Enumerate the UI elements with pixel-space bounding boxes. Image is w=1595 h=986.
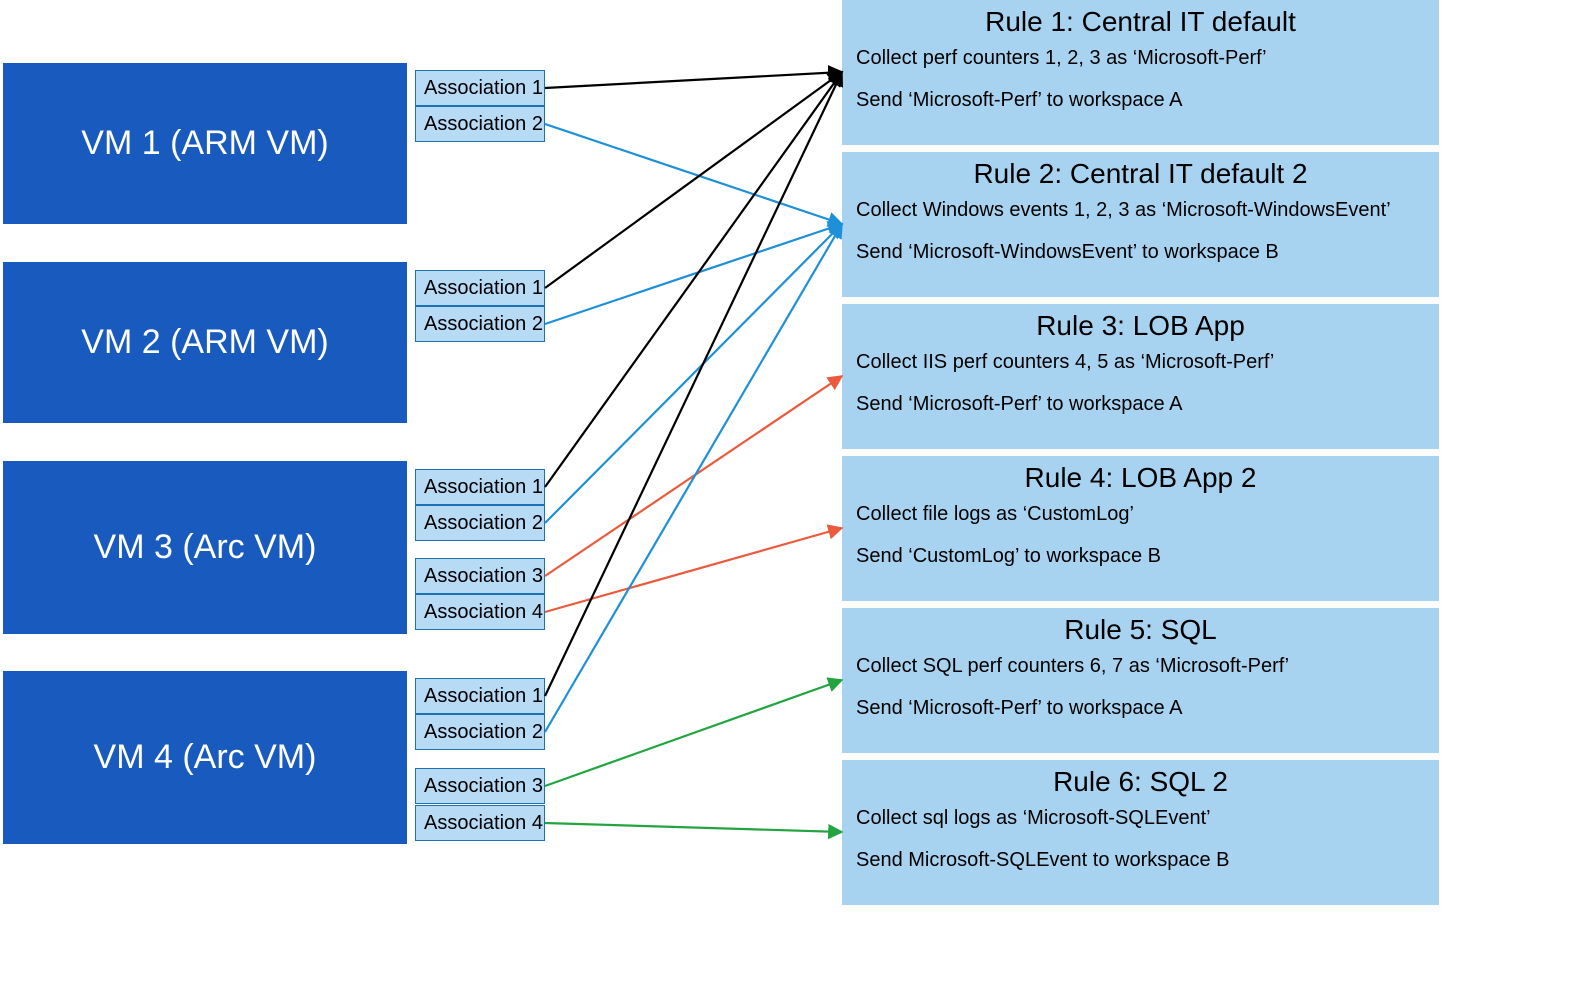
rule-send-line: Send ‘Microsoft-Perf’ to workspace A: [856, 696, 1425, 720]
vm3-assoc-3: Association 3: [415, 558, 545, 594]
rule-collect-line: Collect perf counters 1, 2, 3 as ‘Micros…: [856, 46, 1425, 70]
rule-box-6: Rule 6: SQL 2 Collect sql logs as ‘Micro…: [842, 760, 1439, 905]
vm3-assoc-2: Association 2: [415, 505, 545, 541]
vm-box-3: VM 3 (Arc VM): [3, 461, 407, 634]
rule-send-line: Send ‘Microsoft-WindowsEvent’ to workspa…: [856, 240, 1425, 264]
rule-box-2: Rule 2: Central IT default 2 Collect Win…: [842, 152, 1439, 297]
vm4-assoc-3: Association 3: [415, 768, 545, 804]
vm-box-1: VM 1 (ARM VM): [3, 63, 407, 224]
vm-label: VM 3 (Arc VM): [94, 528, 317, 567]
vm4-assoc-4: Association 4: [415, 805, 545, 841]
rule-box-3: Rule 3: LOB App Collect IIS perf counter…: [842, 304, 1439, 449]
vm4-assoc-2: Association 2: [415, 714, 545, 750]
arrow-line: [545, 376, 842, 576]
rule-collect-line: Collect file logs as ‘CustomLog’: [856, 502, 1425, 526]
arrow-line: [545, 72, 842, 288]
rule-send-line: Send ‘Microsoft-Perf’ to workspace A: [856, 392, 1425, 416]
arrow-line: [545, 72, 842, 487]
vm1-assoc-1: Association 1: [415, 70, 545, 106]
arrow-line: [545, 224, 842, 732]
arrow-line: [545, 224, 842, 523]
rule-send-line: Send ‘Microsoft-Perf’ to workspace A: [856, 88, 1425, 112]
rule-collect-line: Collect IIS perf counters 4, 5 as ‘Micro…: [856, 350, 1425, 374]
rule-collect-line: Collect sql logs as ‘Microsoft-SQLEvent’: [856, 806, 1425, 830]
vm3-assoc-4: Association 4: [415, 594, 545, 630]
vm3-assoc-1: Association 1: [415, 469, 545, 505]
rule-title: Rule 5: SQL: [856, 614, 1425, 646]
vm-box-2: VM 2 (ARM VM): [3, 262, 407, 423]
arrow-line: [545, 224, 842, 324]
diagram-canvas: VM 1 (ARM VM) VM 2 (ARM VM) VM 3 (Arc VM…: [0, 0, 1595, 986]
rule-box-5: Rule 5: SQL Collect SQL perf counters 6,…: [842, 608, 1439, 753]
arrow-line: [545, 72, 842, 696]
rule-box-1: Rule 1: Central IT default Collect perf …: [842, 0, 1439, 145]
rule-collect-line: Collect SQL perf counters 6, 7 as ‘Micro…: [856, 654, 1425, 678]
arrow-line: [545, 72, 842, 88]
rule-title: Rule 1: Central IT default: [856, 6, 1425, 38]
rule-collect-line: Collect Windows events 1, 2, 3 as ‘Micro…: [856, 198, 1425, 222]
rule-title: Rule 2: Central IT default 2: [856, 158, 1425, 190]
rule-title: Rule 6: SQL 2: [856, 766, 1425, 798]
vm-label: VM 2 (ARM VM): [81, 323, 328, 362]
rule-title: Rule 4: LOB App 2: [856, 462, 1425, 494]
rule-send-line: Send Microsoft-SQLEvent to workspace B: [856, 848, 1425, 872]
vm-label: VM 4 (Arc VM): [94, 738, 317, 777]
vm-label: VM 1 (ARM VM): [81, 124, 328, 163]
rule-send-line: Send ‘CustomLog’ to workspace B: [856, 544, 1425, 568]
vm1-assoc-2: Association 2: [415, 106, 545, 142]
vm4-assoc-1: Association 1: [415, 678, 545, 714]
arrow-line: [545, 680, 842, 786]
vm-box-4: VM 4 (Arc VM): [3, 671, 407, 844]
rule-title: Rule 3: LOB App: [856, 310, 1425, 342]
vm2-assoc-1: Association 1: [415, 270, 545, 306]
vm2-assoc-2: Association 2: [415, 306, 545, 342]
arrow-line: [545, 823, 842, 832]
rule-box-4: Rule 4: LOB App 2 Collect file logs as ‘…: [842, 456, 1439, 601]
arrow-line: [545, 528, 842, 612]
arrow-line: [545, 124, 842, 224]
